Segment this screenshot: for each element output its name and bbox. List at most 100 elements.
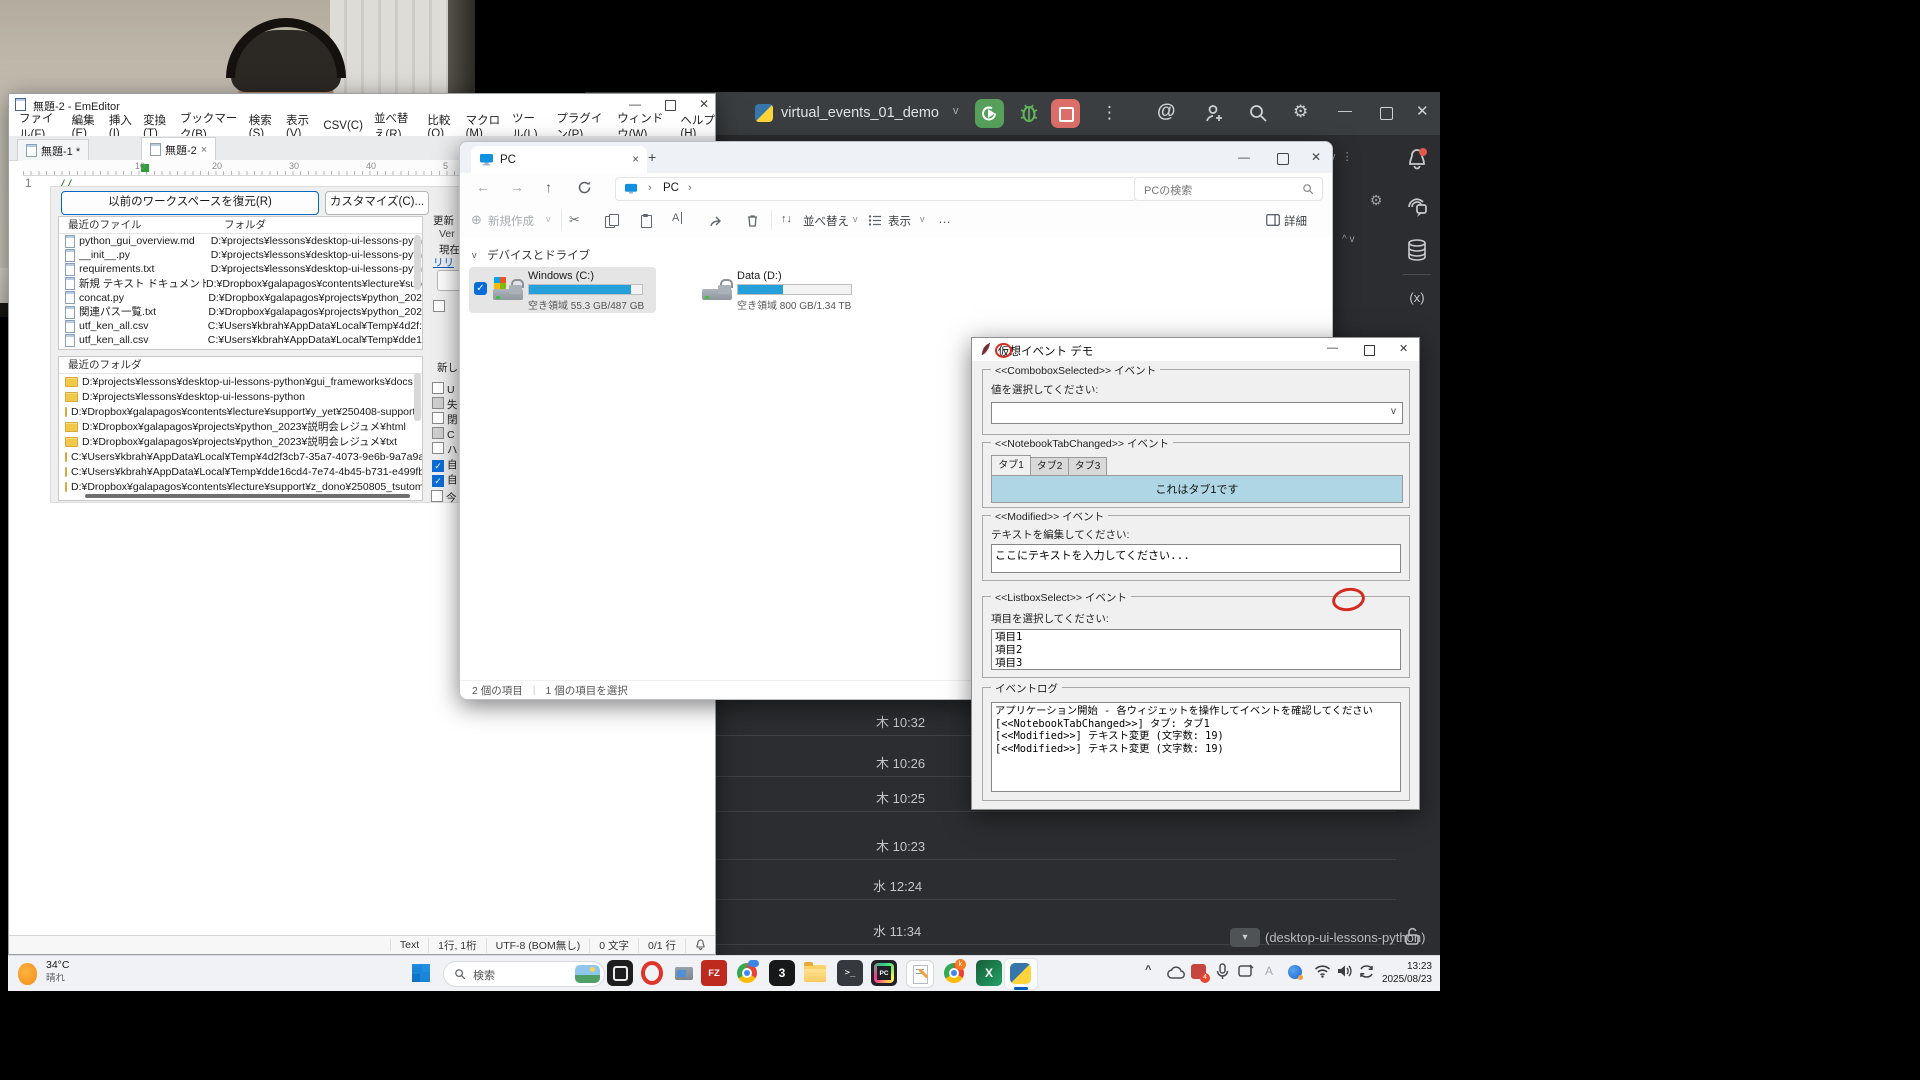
delete-icon[interactable] [746, 214, 759, 227]
listbox[interactable]: 項目1 項目2 項目3 [991, 629, 1401, 670]
list-item[interactable]: D:¥projects¥lessons¥desktop-ui-lessons-p… [59, 389, 422, 404]
list-item[interactable]: D:¥Dropbox¥galapagos¥projects¥python_202… [59, 434, 422, 449]
stop-button[interactable] [1051, 99, 1080, 128]
text-editor[interactable]: ここにテキストを入力してください... [991, 544, 1401, 573]
clock[interactable]: 13:23 2025/08/23 [1380, 960, 1432, 986]
drive-tile-windows-c[interactable]: ✓ Windows (C:) 空き領域 55.3 GB/487 GB [469, 267, 656, 313]
scrollbar[interactable] [414, 235, 421, 290]
document-tab-active[interactable]: 無題-2 × [141, 137, 216, 161]
tab-close-icon[interactable]: × [201, 144, 207, 156]
share-icon[interactable] [709, 214, 722, 227]
rename-icon[interactable]: A​ [672, 212, 682, 224]
database-icon[interactable] [1395, 236, 1439, 264]
list-item-timestamp[interactable]: 木 10:23 [876, 836, 925, 855]
view-icon[interactable] [868, 214, 881, 227]
add-user-icon[interactable] [1203, 103, 1224, 124]
restore-icon[interactable] [1380, 107, 1393, 120]
address-bar[interactable]: › PC › [615, 177, 1137, 201]
variables-icon[interactable]: (x) [1395, 290, 1439, 305]
settings-gear-icon[interactable]: ⚙ [1293, 103, 1308, 120]
status-bell-icon[interactable] [685, 938, 715, 953]
taskbar-app-excel[interactable]: X [976, 960, 1002, 986]
listbox-item[interactable]: 項目3 [995, 657, 1397, 670]
option-checkbox[interactable]: 閉 [432, 412, 458, 427]
close-icon[interactable]: ✕ [699, 97, 709, 111]
taskbar-app-chrome-cloud[interactable] [734, 960, 760, 986]
list-item[interactable]: utf_ken_all.csvC:¥Users¥kbrah¥AppData¥Lo… [59, 333, 422, 347]
run-config-selector[interactable]: virtual_events_01_demo [781, 105, 939, 121]
close-icon[interactable]: ✕ [1416, 103, 1429, 120]
taskbar-app-python-active[interactable] [1004, 958, 1038, 990]
menu-csv[interactable]: CSV(C) [323, 120, 363, 132]
list-item[interactable]: C:¥Users¥kbrah¥AppData¥Local¥Temp¥dde16c… [59, 464, 422, 479]
list-item-timestamp[interactable]: 水 11:34 [873, 921, 921, 940]
restore-workspace-button[interactable]: 以前のワークスペースを復元(R) [61, 191, 319, 215]
close-icon[interactable]: ✕ [1399, 342, 1408, 355]
taskbar-app-3[interactable]: 3 [769, 960, 795, 986]
copy-icon[interactable] [605, 214, 618, 227]
forward-icon[interactable]: → [510, 179, 524, 195]
ime-switch-icon[interactable] [1358, 964, 1375, 979]
minimize-icon[interactable]: — [1238, 150, 1250, 164]
details-label[interactable]: 詳細 [1284, 213, 1307, 229]
horizontal-scrollbar[interactable] [85, 494, 410, 498]
taskbar-app-explorer[interactable] [802, 960, 828, 986]
chevron-down-icon[interactable]: v [920, 214, 925, 224]
tab-2[interactable]: タブ2 [1030, 457, 1069, 476]
column-header-name[interactable]: 最近のファイル [68, 219, 142, 231]
tray-app-badge-icon[interactable]: 4 [1191, 964, 1206, 979]
unlock-icon[interactable] [1403, 926, 1421, 946]
status-doctype[interactable]: Text [390, 939, 428, 951]
document-tab[interactable]: 無題-1 * [17, 139, 89, 161]
list-item[interactable]: 新規 テキスト ドキュメント.txtD:¥Dropbox¥galapagos¥c… [59, 277, 422, 291]
checkbox-checked[interactable]: ✓ [474, 282, 487, 295]
listbox-item[interactable]: 項目2 [995, 644, 1397, 657]
drive-tile-data-d[interactable]: Data (D:) 空き領域 800 GB/1.34 TB [678, 267, 865, 313]
taskbar-app-opera[interactable] [639, 960, 665, 986]
minimize-icon[interactable]: — [1338, 102, 1352, 119]
tray-expand-caret[interactable]: ^ [1145, 964, 1151, 976]
column-header-folder[interactable]: フォルダ [224, 217, 266, 233]
up-icon[interactable]: ↑ [545, 179, 552, 195]
list-item-timestamp[interactable]: 木 10:25 [876, 788, 925, 807]
list-item[interactable]: D:¥Dropbox¥galapagos¥projects¥python_202… [59, 419, 422, 434]
status-line-count[interactable]: 0/1 行 [638, 938, 685, 953]
list-item-timestamp[interactable]: 木 10:26 [876, 753, 925, 772]
release-link-fragment[interactable]: リリ [433, 255, 454, 270]
search-icon[interactable] [1248, 103, 1268, 123]
taskbar-app-pycharm[interactable]: PC [871, 960, 897, 986]
chevron-down-icon[interactable]: v [546, 214, 551, 224]
ime-a-icon[interactable]: A [1265, 964, 1273, 978]
tab-3[interactable]: タブ3 [1068, 457, 1107, 476]
run-button[interactable] [975, 99, 1004, 128]
details-pane-icon[interactable] [1266, 214, 1279, 227]
ai-assistant-spiral-icon[interactable]: @ [1157, 103, 1176, 120]
list-item[interactable]: python_gui_overview.mdD:¥projects¥lesson… [59, 234, 422, 248]
weather-widget[interactable]: 34°C 晴れ [46, 959, 69, 985]
option-checkbox-checked[interactable]: ✓自 [432, 472, 458, 487]
list-item[interactable]: D:¥Dropbox¥galapagos¥contents¥lecture¥su… [59, 404, 422, 419]
back-icon[interactable]: ← [476, 179, 490, 195]
copilot-icon[interactable] [1288, 965, 1302, 979]
status-cursor-position[interactable]: 1行, 1桁 [428, 938, 486, 953]
taskbar-app-chrome-k[interactable]: k [941, 960, 967, 986]
search-box[interactable]: PCの検索 [1134, 177, 1323, 201]
taskbar-app-device[interactable] [671, 960, 697, 986]
explorer-tab-pc[interactable]: PC × [471, 146, 647, 173]
sort-label[interactable]: 並べ替え [803, 213, 849, 229]
option-checkbox[interactable]: C [432, 427, 455, 441]
clipped-checkbox[interactable] [433, 300, 448, 314]
option-checkbox-checked[interactable]: ✓自 [432, 457, 458, 472]
notifications-bell-icon[interactable] [1395, 146, 1439, 172]
chevrons-up-down[interactable]: ^ v [1342, 234, 1354, 245]
files-list-header[interactable]: 最近のファイル フォルダ [59, 217, 422, 234]
gear-icon[interactable]: ⚙ [1366, 192, 1386, 209]
snip-icon[interactable] [1238, 964, 1254, 978]
section-header[interactable]: デバイスとドライブ [487, 247, 590, 263]
taskbar-app-filezilla[interactable]: FZ [701, 960, 727, 986]
taskbar-app-photos[interactable] [607, 960, 633, 986]
taskbar-app-notepad[interactable] [906, 960, 934, 988]
section-chevron-icon[interactable]: v [472, 250, 477, 260]
microphone-icon[interactable] [1216, 963, 1229, 980]
combobox[interactable]: v [991, 402, 1403, 424]
